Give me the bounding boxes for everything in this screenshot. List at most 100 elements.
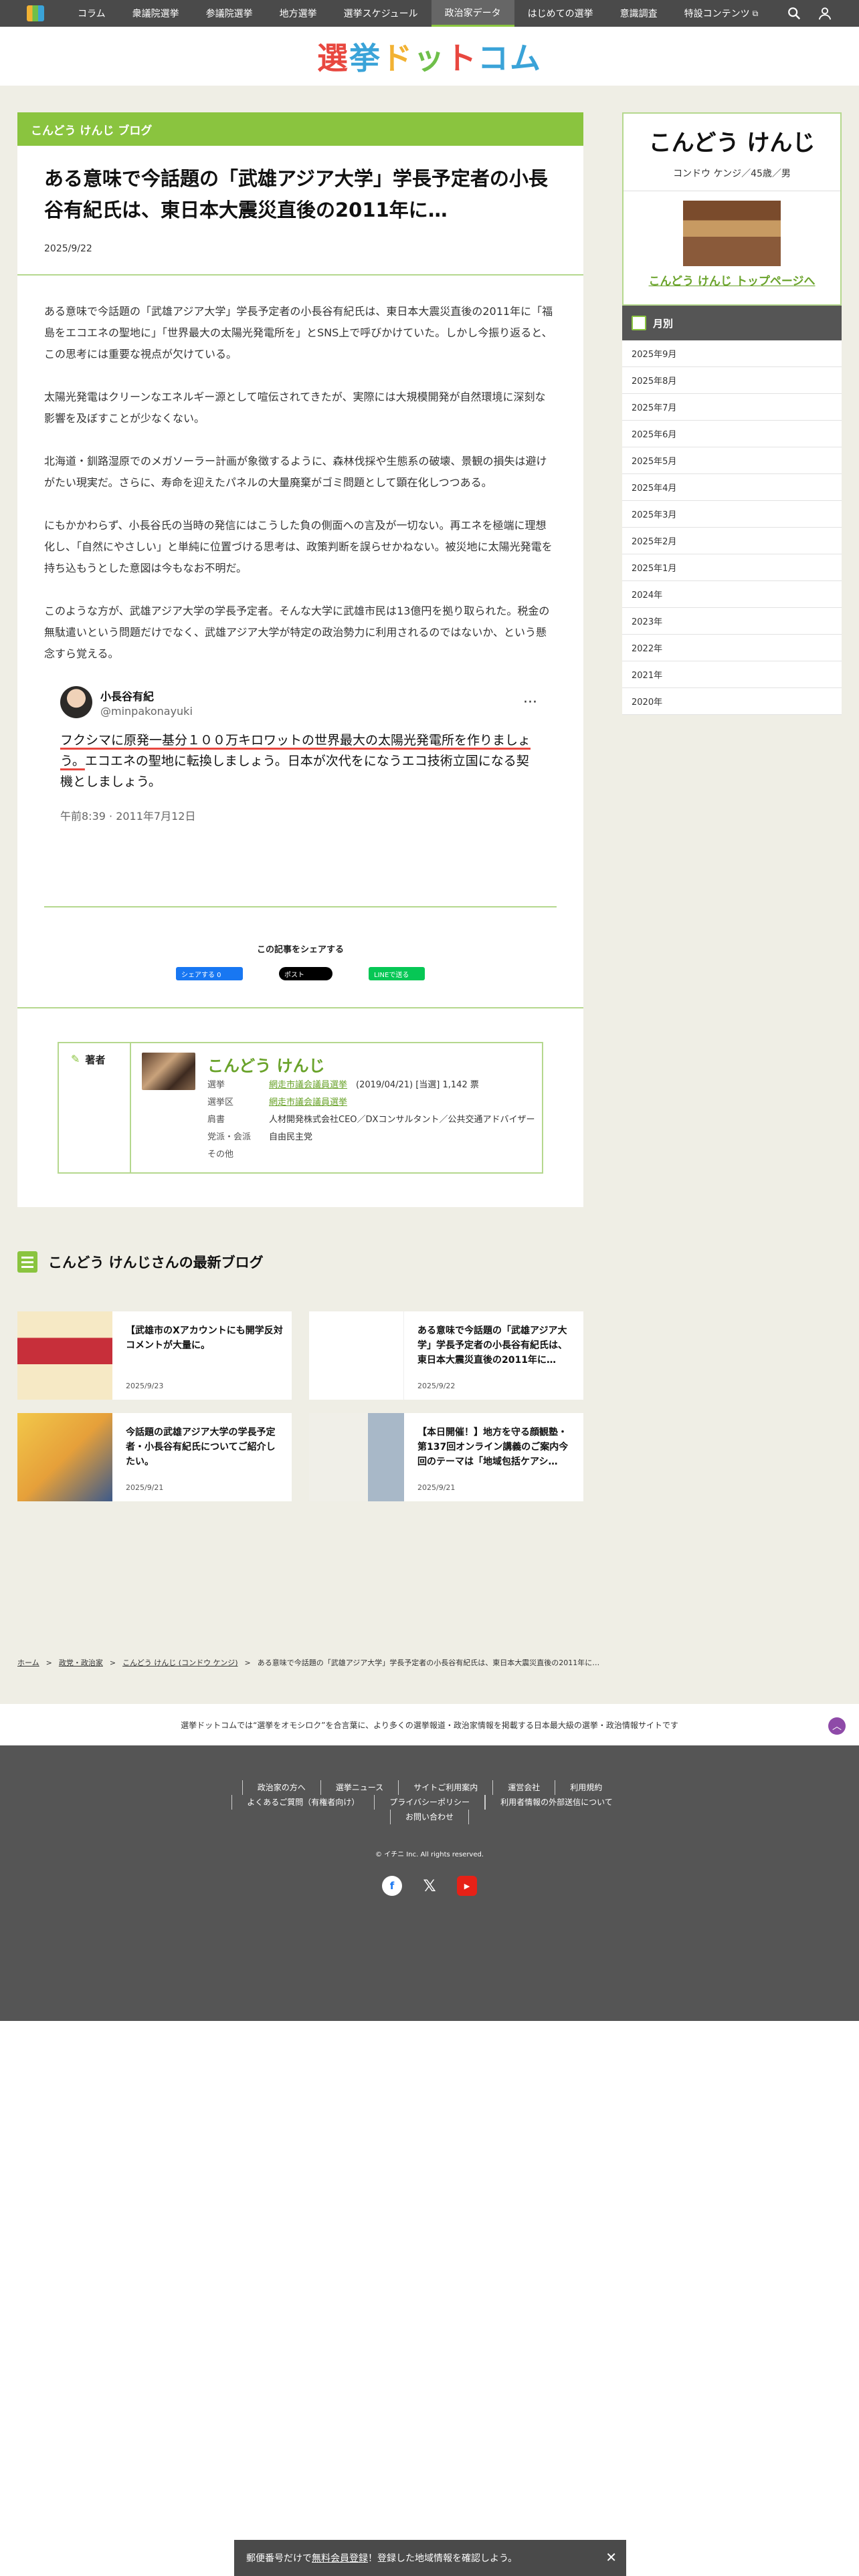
banner-text-before: 郵便番号だけで	[246, 2553, 312, 2564]
archive-item[interactable]: 2025年9月	[622, 340, 842, 367]
blog-card[interactable]: 今話題の武雄アジア大学の学長予定者・小長谷有紀氏についてご紹介したい。 2025…	[17, 1413, 292, 1501]
social-links: f 𝕏 ▶	[0, 1876, 859, 1896]
nav-item-column[interactable]: コラム	[64, 0, 119, 27]
logo-char: 選	[317, 40, 349, 76]
page-body: こんどう けんじ ブログ ある意味で今話題の「武雄アジア大学」学長予定者の小長谷…	[0, 86, 859, 1704]
nav-logo-icon[interactable]	[27, 5, 44, 21]
footer-link[interactable]: お問い合わせ	[389, 1810, 469, 1824]
breadcrumb-home[interactable]: ホーム	[17, 1658, 39, 1667]
nav-item-sangiin[interactable]: 参議院選挙	[193, 0, 266, 27]
author-name[interactable]: こんどう けんじ	[207, 1057, 325, 1075]
embedded-tweet[interactable]: 小長谷有紀 @minpakonayuki ··· フクシマに原発一基分１００万キ…	[51, 686, 547, 823]
nav-item-politician-data[interactable]: 政治家データ	[431, 0, 514, 27]
info-value: 人材開発株式会社CEO／DXコンサルタント／公共交通アドバイザー	[269, 1115, 535, 1125]
article-paragraph: 太陽光発電はクリーンなエネルギー源として喧伝されてきたが、実際には大規模開発が自…	[44, 391, 546, 425]
footer-link[interactable]: プライバシーポリシー	[374, 1795, 486, 1810]
blog-card-title: ある意味で今話題の「武雄アジア大学」学長予定者の小長谷有紀氏は、東日本大震災直後…	[417, 1325, 567, 1366]
archive-item[interactable]: 2025年6月	[622, 421, 842, 447]
avatar[interactable]	[60, 686, 92, 718]
footer-link[interactable]: サイトご利用案内	[398, 1780, 492, 1795]
blog-card-date: 2025/9/21	[417, 1483, 456, 1492]
breadcrumb-separator: >	[45, 1658, 52, 1667]
breadcrumb-parties[interactable]: 政党・政治家	[59, 1658, 103, 1667]
breadcrumb-politician[interactable]: こんどう けんじ (コンドウ ケンジ)	[122, 1658, 237, 1667]
footer-link[interactable]: 運営会社	[492, 1780, 555, 1795]
blog-list-icon	[17, 1251, 37, 1273]
blog-card[interactable]: 【武雄市のXアカウントにも開学反対コメントが大量に。 2025/9/23	[17, 1311, 292, 1400]
archive-item[interactable]: 2025年8月	[622, 367, 842, 394]
election-link[interactable]: 網走市議会議員選挙	[269, 1080, 347, 1090]
footer-link[interactable]: よくあるご質問（有権者向け）	[231, 1795, 374, 1810]
author-info: こんどう けんじ 選挙 網走市議会議員選挙 (2019/04/21) [当選] …	[207, 1053, 542, 1163]
archive-item[interactable]: 2025年4月	[622, 474, 842, 501]
nav-item-special[interactable]: 特設コンテンツ ⧉	[671, 0, 772, 27]
footer-link[interactable]: 利用者情報の外部送信について	[485, 1795, 628, 1810]
election-result: (2019/04/21) [当選] 1,142 票	[356, 1080, 479, 1090]
blog-card-title: 【武雄市のXアカウントにも開学反対コメントが大量に。	[126, 1325, 283, 1351]
line-share-button[interactable]: LINEで送る	[369, 967, 425, 980]
tweet-header: 小長谷有紀 @minpakonayuki ···	[60, 686, 537, 718]
blog-card-date: 2025/9/23	[126, 1382, 164, 1390]
author-photo[interactable]	[142, 1053, 195, 1090]
archive-item[interactable]: 2025年7月	[622, 394, 842, 421]
nav-item-first-election[interactable]: はじめての選挙	[514, 0, 607, 27]
tweet-author-name[interactable]: 小長谷有紀	[100, 687, 193, 704]
archive-item[interactable]: 2025年3月	[622, 501, 842, 528]
blog-card[interactable]: 【本日開催！】地方を守る顔観塾・第137回オンライン講義のご案内今回のテーマは「…	[309, 1413, 583, 1501]
archive-item[interactable]: 2022年	[622, 635, 842, 661]
breadcrumb-separator: >	[244, 1658, 251, 1667]
user-icon[interactable]	[818, 6, 832, 21]
latest-blogs-header: こんどう けんじさんの最新ブログ	[17, 1251, 583, 1273]
archive-item[interactable]: 2021年	[622, 661, 842, 688]
profile-photo[interactable]	[683, 201, 781, 266]
share-section: この記事をシェアする シェアする 0 ポスト LINEで送る	[17, 907, 583, 1007]
article-paragraph: 北海道・釧路湿原でのメガソーラー計画が象徴するように、森林伐採や生態系の破壊、景…	[44, 455, 547, 489]
archive-item[interactable]: 2025年5月	[622, 447, 842, 474]
top-nav: コラム 衆議院選挙 参議院選挙 地方選挙 選挙スケジュール 政治家データ はじめ…	[0, 0, 859, 27]
blog-card[interactable]: ある意味で今話題の「武雄アジア大学」学長予定者の小長谷有紀氏は、東日本大震災直後…	[309, 1311, 583, 1400]
tweet-timestamp[interactable]: 午前8:39 · 2011年7月12日	[60, 807, 537, 823]
signup-banner: 郵便番号だけで 無料会員登録 ！登録した地域情報を確認しよう。 ✕	[234, 2540, 626, 2576]
banner-signup-link[interactable]: 無料会員登録	[312, 2551, 368, 2565]
profile-top-link[interactable]: こんどう けんじ トップページへ	[624, 272, 840, 288]
tweet-author-handle[interactable]: @minpakonayuki	[100, 705, 193, 718]
pencil-icon: ✎	[71, 1053, 80, 1065]
archive-item[interactable]: 2025年1月	[622, 554, 842, 581]
blog-card-body: 今話題の武雄アジア大学の学長予定者・小長谷有紀氏についてご紹介したい。 2025…	[112, 1413, 292, 1501]
nav-item-survey[interactable]: 意識調査	[607, 0, 671, 27]
footer-link[interactable]: 選挙ニュース	[320, 1780, 398, 1795]
site-logo[interactable]: 選挙ドットコム	[317, 34, 542, 78]
nav-item-local-election[interactable]: 地方選挙	[266, 0, 330, 27]
footer-link[interactable]: 利用規約	[555, 1780, 617, 1795]
archive-item[interactable]: 2020年	[622, 688, 842, 715]
facebook-share-button[interactable]: シェアする 0	[176, 967, 243, 980]
nav-menu: コラム 衆議院選挙 参議院選挙 地方選挙 選挙スケジュール 政治家データ はじめ…	[64, 0, 771, 27]
author-label: ✎ 著者	[59, 1043, 131, 1172]
youtube-icon[interactable]: ▶	[457, 1876, 477, 1896]
search-icon[interactable]	[787, 6, 801, 21]
facebook-icon[interactable]: f	[382, 1876, 402, 1896]
archive-item[interactable]: 2024年	[622, 581, 842, 608]
blog-card-thumbnail	[309, 1413, 404, 1501]
blog-card-body: 【武雄市のXアカウントにも開学反対コメントが大量に。 2025/9/23	[112, 1311, 292, 1400]
article-paragraph: このような方が、武雄アジア大学の学長予定者。そんな大学に武雄市民は13億円を拠り…	[44, 605, 550, 660]
more-options-icon[interactable]: ···	[523, 694, 537, 711]
archive-item[interactable]: 2025年2月	[622, 528, 842, 554]
x-icon[interactable]: 𝕏	[419, 1876, 440, 1896]
district-link[interactable]: 網走市議会議員選挙	[269, 1097, 347, 1107]
blog-card-thumbnail	[309, 1311, 404, 1400]
blog-card-body: 【本日開催！】地方を守る顔観塾・第137回オンライン講義のご案内今回のテーマは「…	[404, 1413, 583, 1501]
tweet-text: フクシマに原発一基分１００万キロワットの世界最大の太陽光発電所を作りましょう。エ…	[60, 730, 537, 792]
archive-item[interactable]: 2023年	[622, 608, 842, 635]
nav-item-shugiin[interactable]: 衆議院選挙	[119, 0, 193, 27]
article: ある意味で今話題の「武雄アジア大学」学長予定者の小長谷有紀氏は、東日本大震災直後…	[17, 146, 583, 1207]
back-to-top-button[interactable]: ︿	[828, 1717, 846, 1735]
nav-item-schedule[interactable]: 選挙スケジュール	[330, 0, 432, 27]
author-row-other: その他	[207, 1147, 542, 1163]
logo-char: コム	[478, 40, 542, 76]
logo-char: 挙	[349, 40, 381, 76]
close-icon[interactable]: ✕	[605, 2549, 617, 2565]
profile-details: コンドウ ケンジ／45歳／男	[624, 167, 840, 191]
x-post-button[interactable]: ポスト	[279, 967, 332, 980]
footer-link[interactable]: 政治家の方へ	[242, 1780, 320, 1795]
